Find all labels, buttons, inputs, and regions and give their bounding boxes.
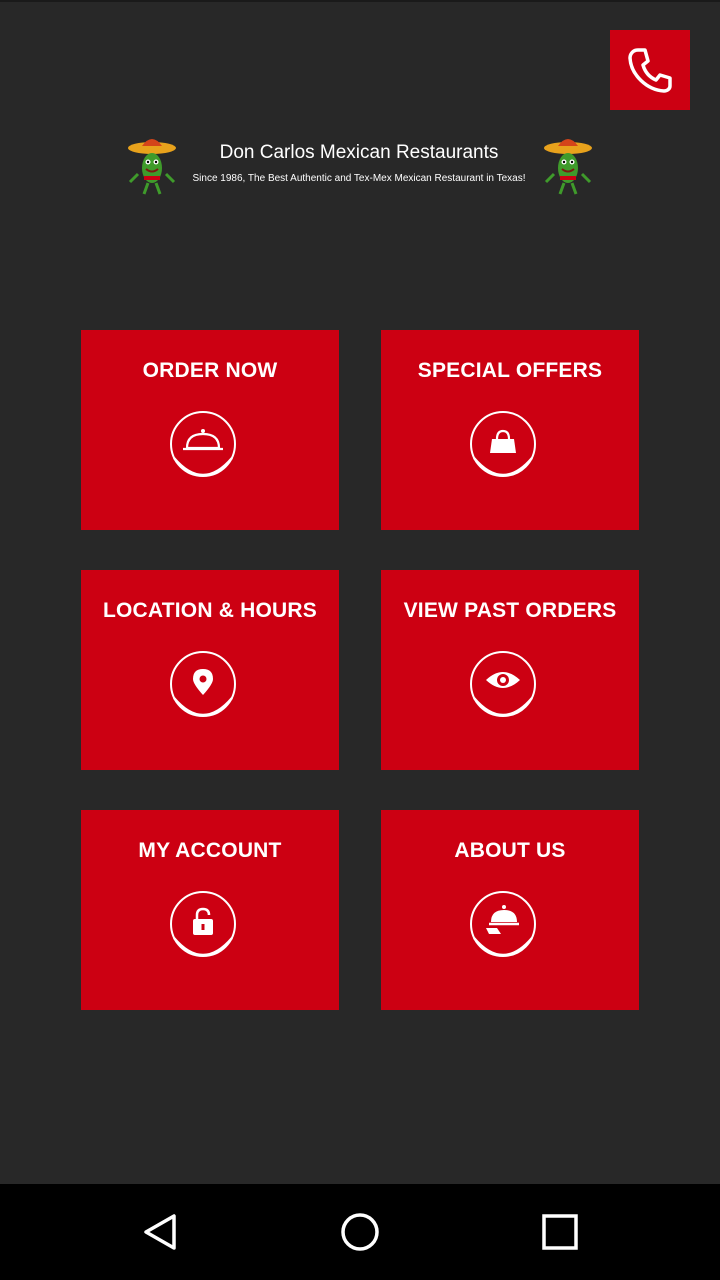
order-now-label: ORDER NOW	[142, 359, 278, 382]
special-offers-button[interactable]: SPECIAL OFFERS	[381, 330, 639, 530]
location-pin-icon	[170, 651, 236, 717]
my-account-button[interactable]: MY ACCOUNT	[81, 810, 339, 1010]
recents-icon[interactable]	[536, 1208, 584, 1256]
my-account-label: MY ACCOUNT	[138, 839, 282, 862]
restaurant-name: Don Carlos Mexican Restaurants	[219, 142, 499, 163]
shopping-bag-icon	[470, 411, 536, 477]
restaurant-tagline: Since 1986, The Best Authentic and Tex-M…	[192, 173, 526, 184]
chili-mascot-icon	[128, 139, 176, 195]
cloche-icon	[170, 411, 236, 477]
back-icon[interactable]	[136, 1208, 184, 1256]
view-past-orders-label: VIEW PAST ORDERS	[403, 599, 617, 622]
view-past-orders-button[interactable]: VIEW PAST ORDERS	[381, 570, 639, 770]
status-bar	[0, 0, 720, 2]
home-icon[interactable]	[336, 1208, 384, 1256]
chili-mascot-icon	[544, 139, 592, 195]
system-nav-bar	[0, 1184, 720, 1280]
order-now-button[interactable]: ORDER NOW	[81, 330, 339, 530]
location-hours-button[interactable]: LOCATION & HOURS	[81, 570, 339, 770]
eye-icon	[470, 651, 536, 717]
lock-icon	[170, 891, 236, 957]
about-us-label: ABOUT US	[454, 839, 566, 862]
waiter-cloche-icon	[470, 891, 536, 957]
special-offers-label: SPECIAL OFFERS	[417, 359, 603, 382]
call-button[interactable]	[610, 30, 690, 110]
about-us-button[interactable]: ABOUT US	[381, 810, 639, 1010]
app-screen: Don Carlos Mexican Restaurants Since 198…	[0, 0, 720, 1280]
phone-icon	[628, 48, 672, 93]
restaurant-header: Don Carlos Mexican Restaurants Since 198…	[120, 130, 600, 200]
location-hours-label: LOCATION & HOURS	[103, 599, 317, 622]
